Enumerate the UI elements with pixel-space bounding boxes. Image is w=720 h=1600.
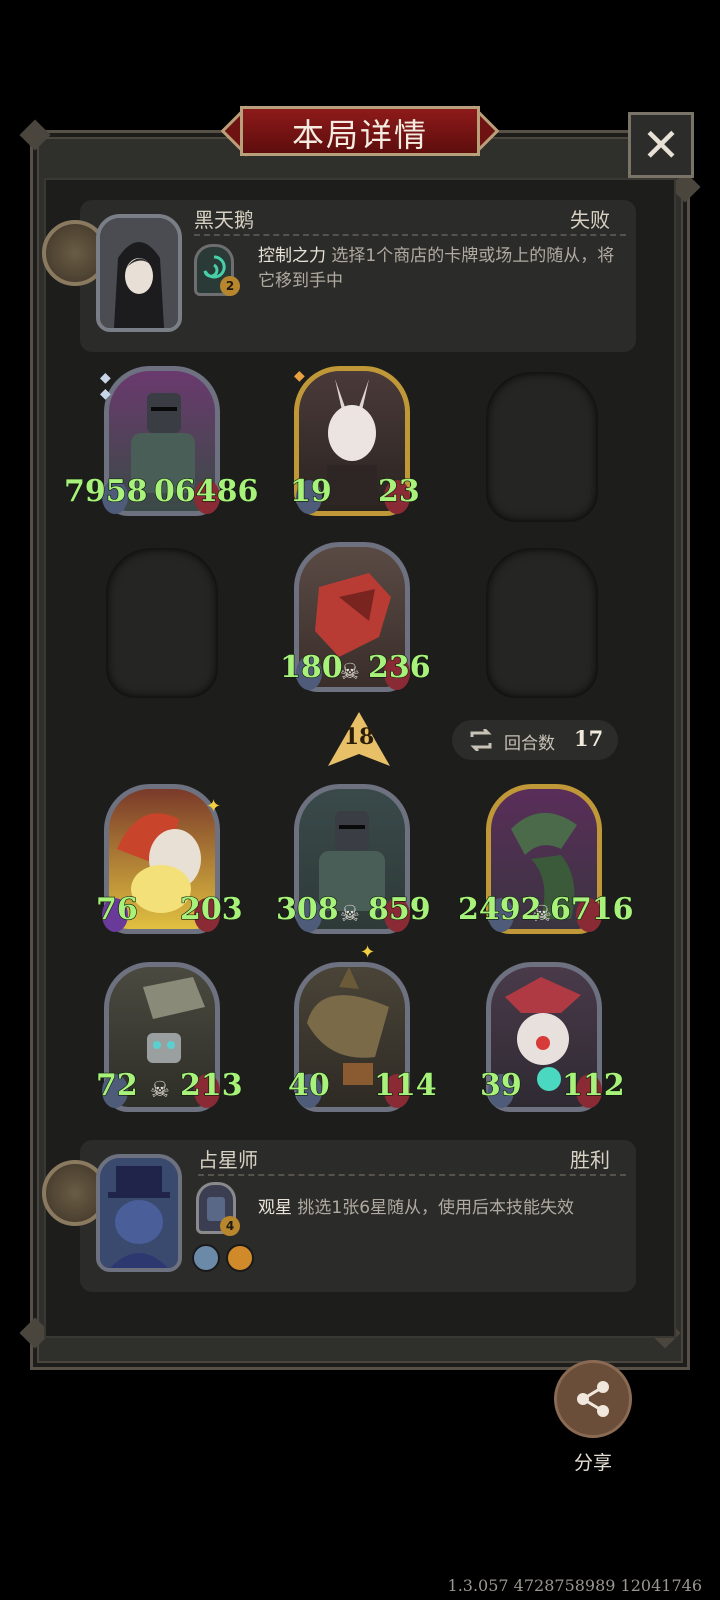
- skill-name: 控制之力: [258, 246, 326, 266]
- share-label: 分享: [573, 1452, 612, 1474]
- coin-badge-icon[interactable]: [226, 1244, 254, 1272]
- close-button[interactable]: ✕: [628, 112, 694, 178]
- minion-attack: 76: [95, 891, 138, 927]
- empty-slot: [106, 548, 218, 698]
- share-icon: [577, 1381, 609, 1417]
- skill-name: 观星: [258, 1198, 292, 1218]
- astrologer-hero-icon: [100, 1158, 178, 1268]
- minion-attack: 308: [275, 891, 339, 927]
- minion-health: 859: [367, 891, 431, 927]
- minion-health: 236: [367, 649, 431, 685]
- player-result: 胜利: [570, 1148, 610, 1172]
- player-skill-text: 观星 挑选1张6星随从，使用后本技能失效: [258, 1196, 628, 1221]
- diamond-icon: ◆ ◆: [100, 370, 111, 402]
- player-name: 占星师: [198, 1148, 258, 1172]
- empty-slot: [486, 548, 598, 698]
- round-label: 回合数: [504, 734, 555, 754]
- version-text: 1.3.057 4728758989 12041746: [447, 1576, 702, 1595]
- minion-health: 203: [179, 891, 243, 927]
- skill-level-badge: 4: [220, 1216, 240, 1236]
- skull-icon: ☠: [150, 1078, 170, 1103]
- opponent-skill-text: 控制之力 选择1个商店的卡牌或场上的随从，将它移到手中: [258, 244, 618, 294]
- page-title: 本局详情: [291, 116, 428, 154]
- opponent-result: 失败: [570, 208, 610, 232]
- hooded-hero-icon: [100, 218, 178, 328]
- minion-attack: 39: [479, 1067, 522, 1103]
- skull-icon: ☠: [340, 660, 360, 685]
- tier-badge: 18: [328, 712, 390, 766]
- opponent-name: 黑天鹅: [194, 208, 254, 232]
- minion-attack: 19: [289, 473, 332, 509]
- minion-health: 06486: [153, 473, 259, 509]
- empty-slot: [486, 372, 598, 522]
- minion-health: 114: [373, 1067, 437, 1103]
- minion-health: 6716: [549, 891, 634, 927]
- sword-badge-icon[interactable]: [192, 1244, 220, 1272]
- player-portrait[interactable]: [96, 1154, 182, 1272]
- close-icon: ✕: [641, 118, 681, 172]
- minion-attack: 40: [287, 1067, 330, 1103]
- sparkle-icon: ✦: [360, 942, 376, 963]
- diamond-icon: ◆: [294, 368, 305, 384]
- refresh-icon: [470, 729, 492, 751]
- minion-attack: 180: [279, 649, 343, 685]
- minion-health: 112: [561, 1067, 625, 1103]
- skill-level-badge: 2: [220, 276, 240, 296]
- share-button[interactable]: [554, 1360, 632, 1438]
- skull-icon: ☠: [340, 902, 360, 927]
- minion-health: 213: [179, 1067, 243, 1103]
- minion-attack: 2492: [457, 891, 542, 927]
- sparkle-icon: ✦: [206, 796, 222, 817]
- title-banner: 本局详情: [220, 100, 500, 162]
- round-value: 17: [574, 726, 604, 751]
- minion-attack: 7958: [63, 473, 148, 509]
- divider: [198, 1174, 626, 1176]
- tier-value: 18: [343, 724, 375, 750]
- divider: [194, 234, 626, 236]
- minion-attack: 72: [95, 1067, 138, 1103]
- minion-health: 23: [377, 473, 420, 509]
- opponent-portrait[interactable]: [96, 214, 182, 332]
- round-counter: 回合数 17: [452, 720, 618, 760]
- skill-desc: 挑选1张6星随从，使用后本技能失效: [297, 1198, 575, 1218]
